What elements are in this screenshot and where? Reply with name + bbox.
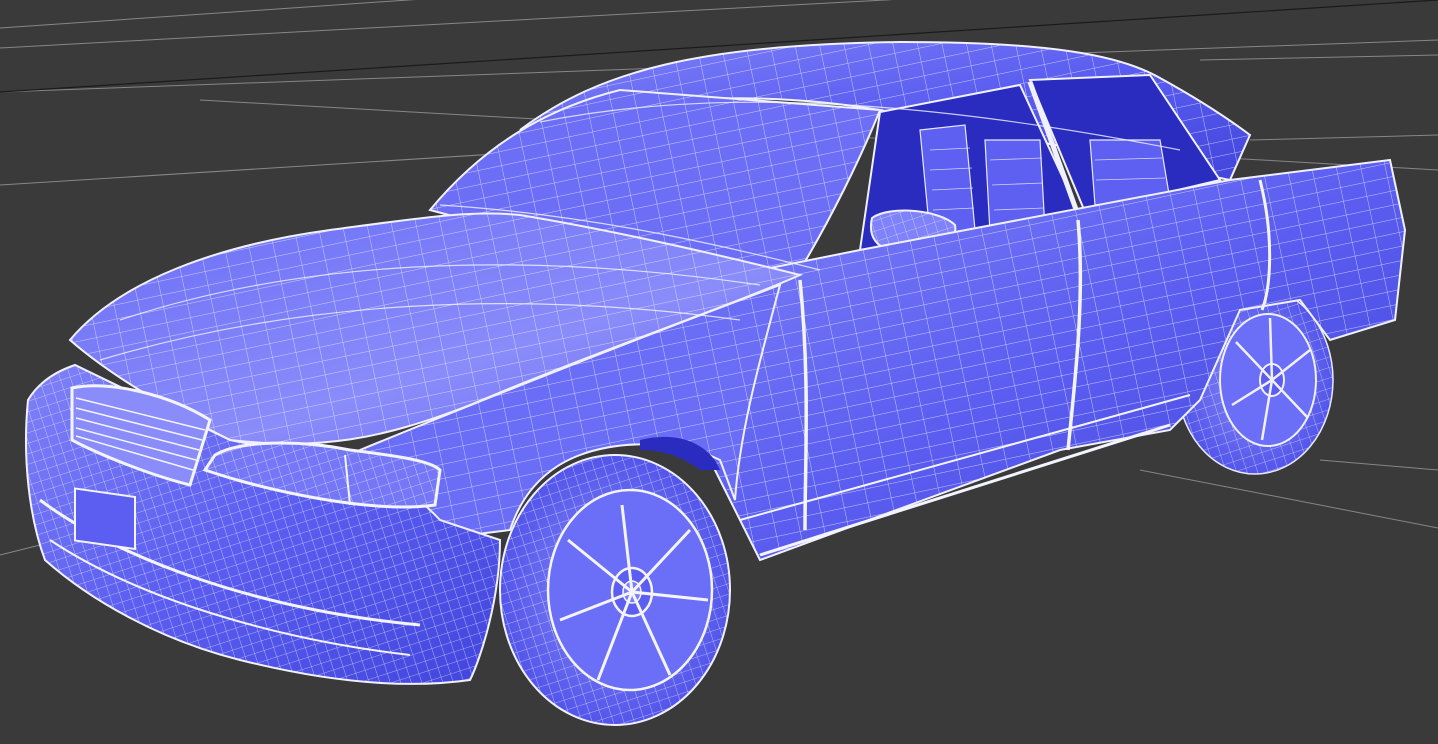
3d-viewport[interactable] [0, 0, 1438, 744]
viewport-scene[interactable] [0, 0, 1438, 744]
license-plate [74, 487, 136, 551]
front-wheel [499, 454, 731, 726]
